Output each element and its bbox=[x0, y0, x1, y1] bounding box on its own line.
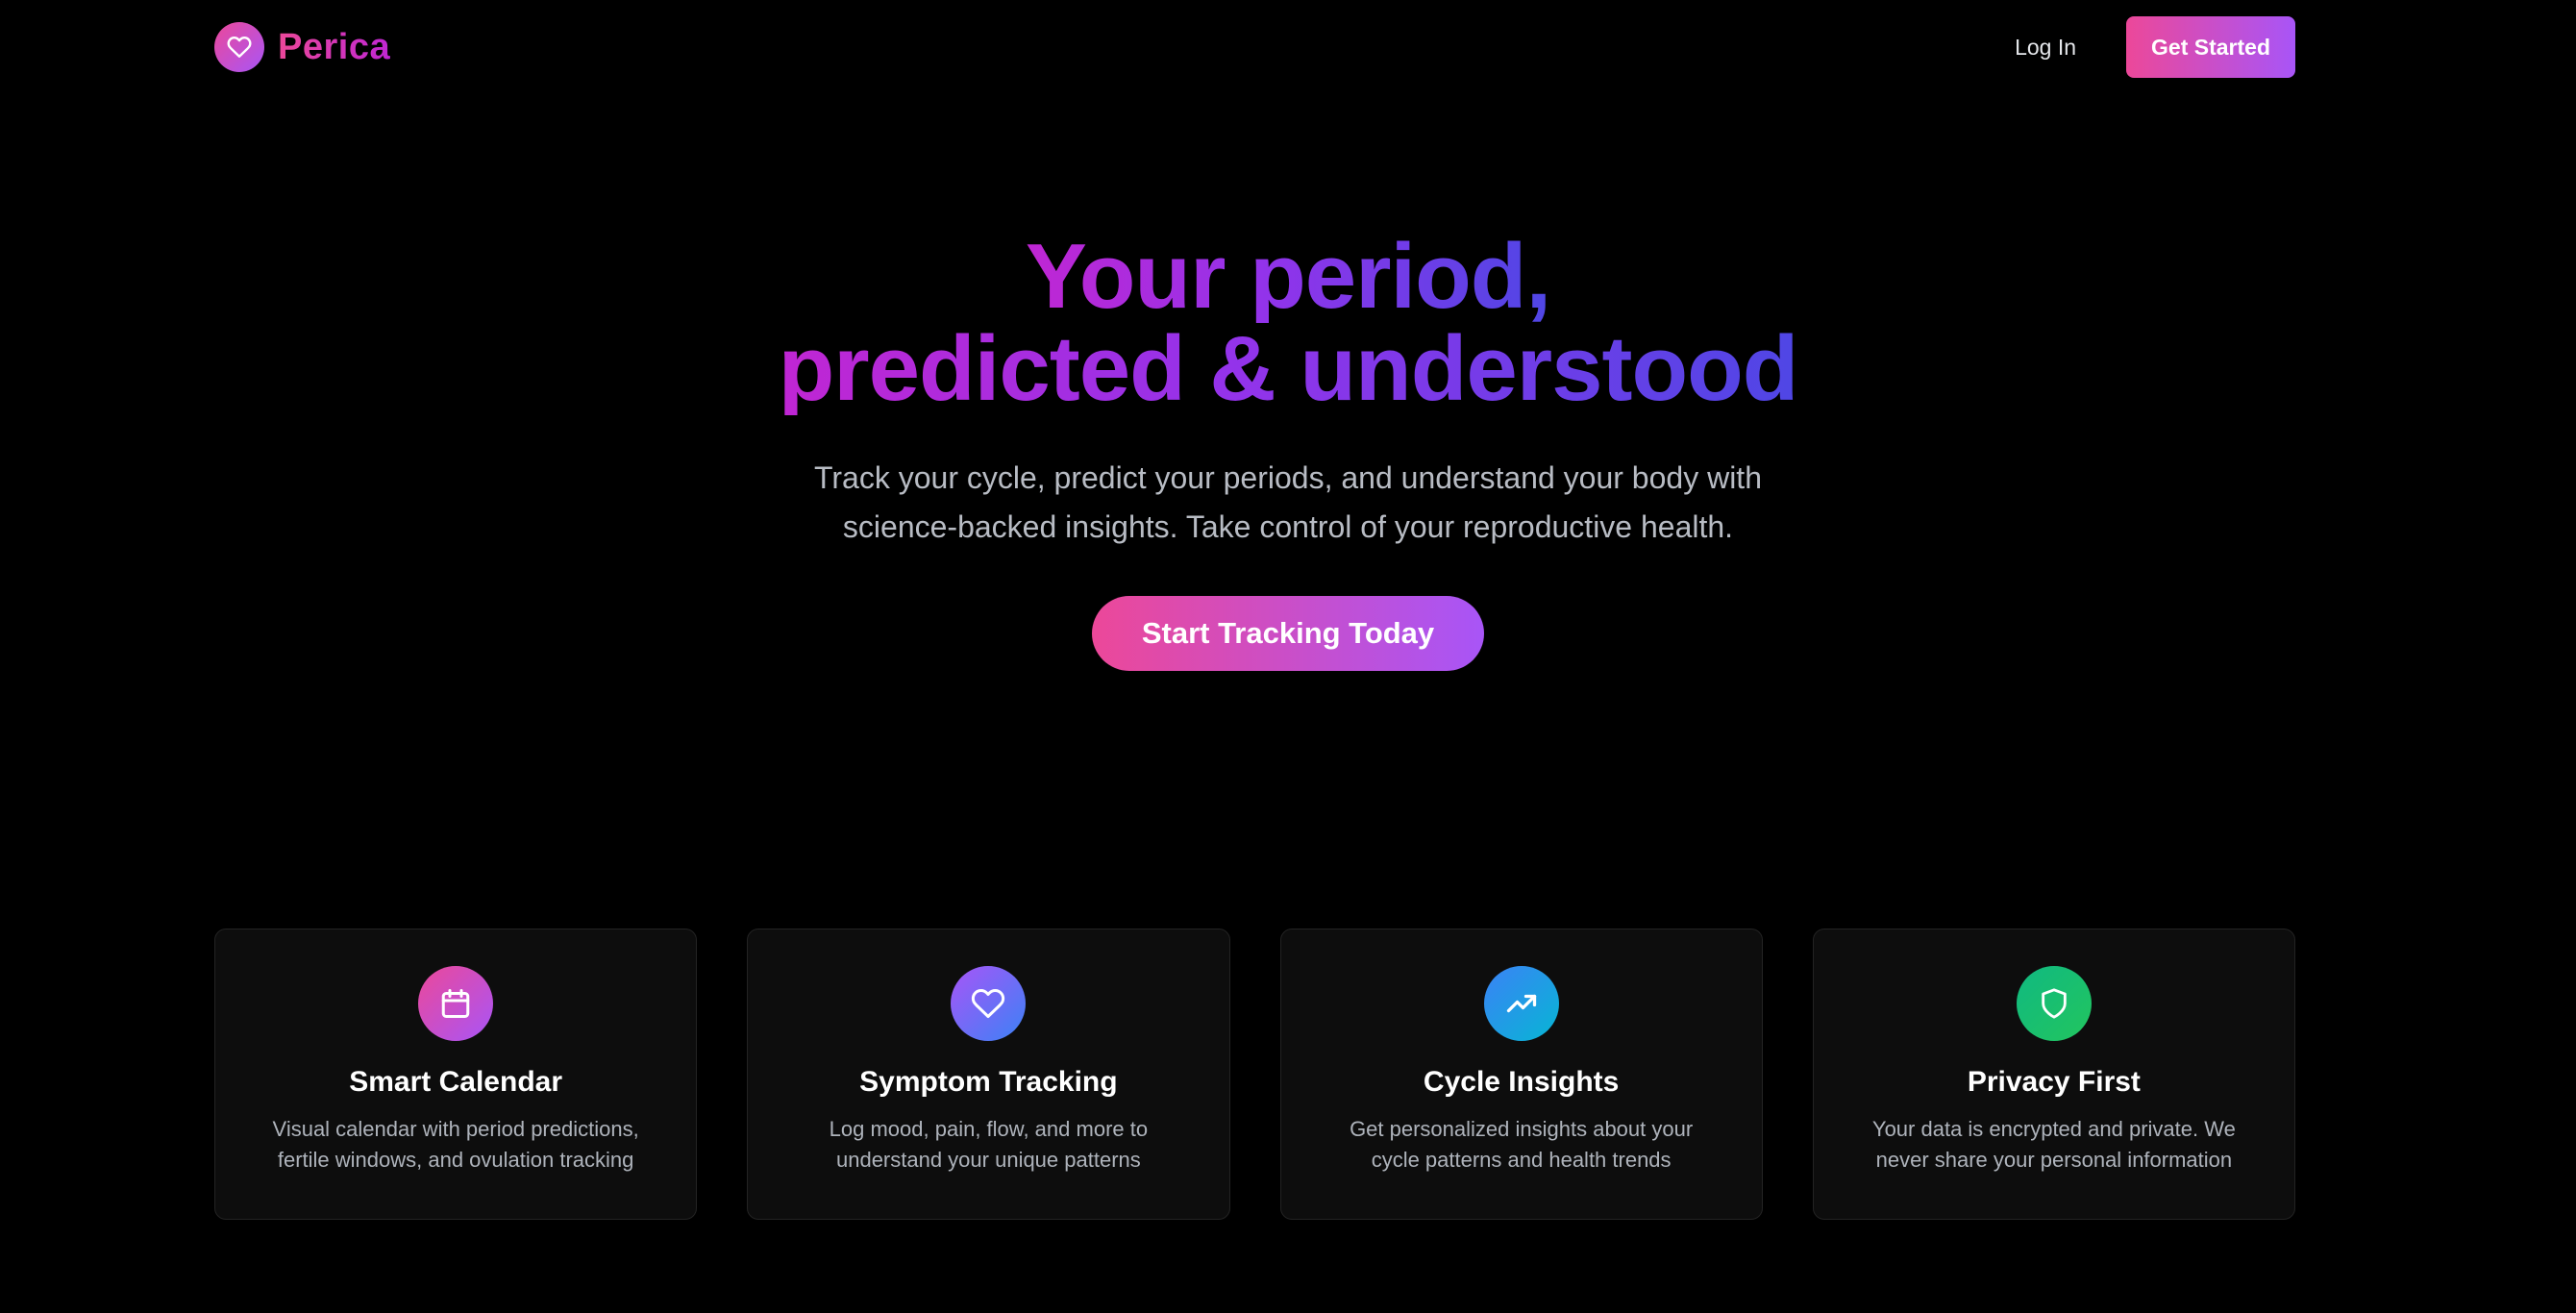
header-nav: Log In Get Started bbox=[2015, 16, 2295, 78]
feature-title: Privacy First bbox=[1967, 1066, 2141, 1098]
feature-title: Symptom Tracking bbox=[859, 1066, 1118, 1098]
hero-subtitle: Track your cycle, predict your periods, … bbox=[814, 460, 1762, 544]
login-link[interactable]: Log In bbox=[2015, 35, 2076, 61]
get-started-button[interactable]: Get Started bbox=[2126, 16, 2295, 78]
feature-card-symptom-tracking: Symptom Tracking Log mood, pain, flow, a… bbox=[747, 929, 1230, 1220]
heart-icon bbox=[951, 966, 1027, 1041]
feature-title: Cycle Insights bbox=[1423, 1066, 1620, 1098]
hero-title: Your period, predicted & understood bbox=[778, 225, 1799, 420]
brand-home-link[interactable]: Perica bbox=[214, 22, 390, 72]
start-tracking-button[interactable]: Start Tracking Today bbox=[1091, 596, 1485, 671]
hero-section: Your period, predicted & understood Trac… bbox=[0, 231, 2576, 671]
trending-up-icon bbox=[1483, 966, 1559, 1041]
feature-description: Log mood, pain, flow, and more to unders… bbox=[829, 1117, 1149, 1172]
shield-icon bbox=[2016, 966, 2092, 1041]
brand-name: Perica bbox=[278, 26, 391, 67]
feature-card-privacy-first: Privacy First Your data is encrypted and… bbox=[1812, 929, 2295, 1220]
features-section: Smart Calendar Visual calendar with peri… bbox=[214, 929, 2295, 1220]
feature-card-smart-calendar: Smart Calendar Visual calendar with peri… bbox=[214, 929, 698, 1220]
feature-description: Your data is encrypted and private. We n… bbox=[1871, 1117, 2236, 1172]
calendar-icon bbox=[418, 966, 494, 1041]
feature-card-cycle-insights: Cycle Insights Get personalized insights… bbox=[1279, 929, 1763, 1220]
feature-title: Smart Calendar bbox=[349, 1066, 562, 1098]
site-header: Perica Log In Get Started bbox=[214, 13, 2295, 81]
hero-title-line-1: Your period, bbox=[1025, 225, 1551, 328]
hero-title-line-2: predicted & understood bbox=[778, 317, 1799, 420]
landing-page: Perica Log In Get Started Your period, p… bbox=[0, 0, 2576, 1313]
heart-icon bbox=[214, 22, 264, 72]
feature-description: Visual calendar with period predictions,… bbox=[272, 1117, 639, 1172]
feature-description: Get personalized insights about your cyc… bbox=[1350, 1117, 1694, 1172]
